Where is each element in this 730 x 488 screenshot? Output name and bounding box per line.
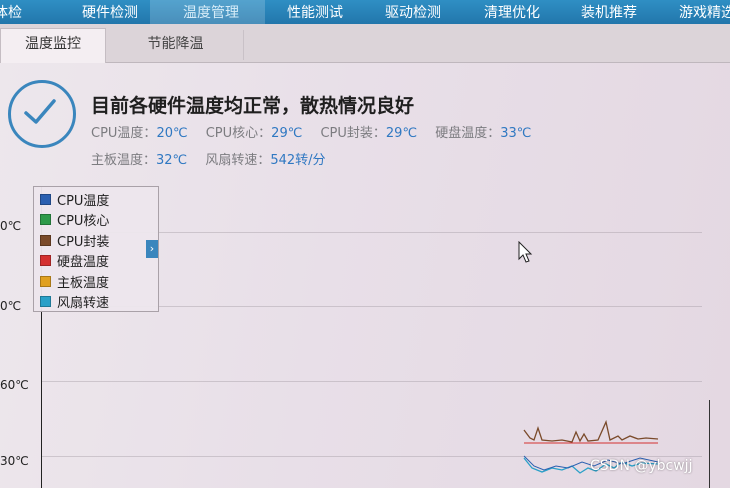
nav-item-performance[interactable]: 性能测试 [287, 2, 343, 22]
y-tick-label: 60℃ [0, 378, 29, 392]
y-tick-label: 0℃ [0, 299, 22, 313]
legend-collapse-button[interactable]: › [146, 240, 158, 258]
reading-cpu-temp: CPU温度：20℃ [91, 126, 188, 141]
y-tick-label: 0℃ [0, 219, 22, 233]
nav-item-checkup[interactable]: 体检 [0, 2, 22, 22]
legend-item-cpu-core[interactable]: CPU核心 [40, 210, 109, 229]
reading-cpu-core: CPU核心：29℃ [205, 126, 303, 141]
legend-swatch [40, 276, 51, 287]
legend-swatch [40, 194, 51, 205]
grid-line [42, 381, 702, 382]
check-circle-icon [8, 80, 76, 148]
reading-board-temp: 主板温度：32℃ [91, 153, 188, 168]
legend-swatch [40, 214, 51, 225]
legend-item-cpu-package[interactable]: CPU封装 [40, 231, 109, 250]
tab-temperature-monitor[interactable]: 温度监控 [0, 28, 106, 63]
nav-item-games[interactable]: 游戏精选 [679, 2, 730, 22]
top-navigation: 体检 硬件检测 温度管理 性能测试 驱动检测 清理优化 装机推荐 游戏精选 [0, 0, 730, 24]
legend-item-fan-speed[interactable]: 风扇转速 [40, 292, 109, 311]
status-headline: 目前各硬件温度均正常，散热情况良好 [91, 95, 415, 117]
legend-swatch [40, 255, 51, 266]
reading-fan-speed: 风扇转速：542转/分 [205, 153, 326, 168]
nav-item-driver[interactable]: 驱动检测 [385, 2, 441, 22]
legend-swatch [40, 235, 51, 246]
legend-item-board-temp[interactable]: 主板温度 [40, 272, 109, 291]
legend-item-disk-temp[interactable]: 硬盘温度 [40, 251, 109, 270]
trend-line-cpu-package [523, 419, 659, 443]
chart-right-border [709, 400, 710, 488]
watermark: CSDN @ybcwjj [590, 458, 693, 474]
tab-bar: 温度监控 节能降温 [0, 24, 730, 63]
y-tick-label: 30℃ [0, 454, 29, 468]
nav-item-cleanup[interactable]: 清理优化 [484, 2, 540, 22]
temperature-readings-row-2: 主板温度：32℃ 风扇转速：542转/分 [91, 149, 340, 168]
nav-item-build[interactable]: 装机推荐 [581, 2, 637, 22]
reading-disk-temp: 硬盘温度：33℃ [435, 126, 532, 141]
legend-item-cpu-temp[interactable]: CPU温度 [40, 190, 109, 209]
nav-item-temperature[interactable]: 温度管理 [183, 2, 239, 22]
tab-energy-cooling[interactable]: 节能降温 [108, 30, 244, 60]
reading-cpu-package: CPU封装：29℃ [320, 126, 418, 141]
chart-legend: CPU温度 CPU核心 CPU封装 硬盘温度 主板温度 风扇转速 [33, 186, 159, 312]
nav-item-hardware[interactable]: 硬件检测 [82, 2, 138, 22]
temperature-readings-row-1: CPU温度：20℃ CPU核心：29℃ CPU封装：29℃ 硬盘温度：33℃ [91, 122, 545, 141]
legend-swatch [40, 296, 51, 307]
mouse-cursor-icon [518, 241, 533, 263]
